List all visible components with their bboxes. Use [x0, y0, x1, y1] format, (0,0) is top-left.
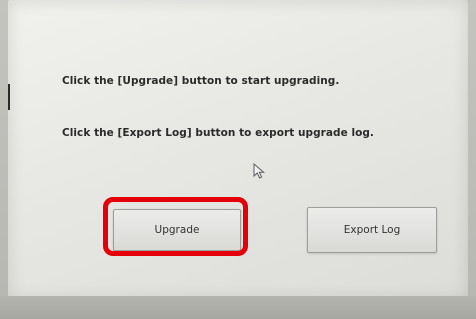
export-log-instruction-text: Click the [Export Log] button to export …: [62, 127, 374, 139]
upgrade-button[interactable]: Upgrade: [113, 209, 241, 251]
upgrade-dialog-screen: [8, 0, 468, 300]
text-caret: [8, 84, 10, 110]
monitor-bezel: [0, 296, 476, 319]
upgrade-instruction-text: Click the [Upgrade] button to start upgr…: [62, 75, 340, 87]
mouse-pointer-icon: [253, 163, 265, 179]
export-log-button[interactable]: Export Log: [307, 207, 437, 253]
photo-frame: Click the [Upgrade] button to start upgr…: [0, 0, 476, 319]
